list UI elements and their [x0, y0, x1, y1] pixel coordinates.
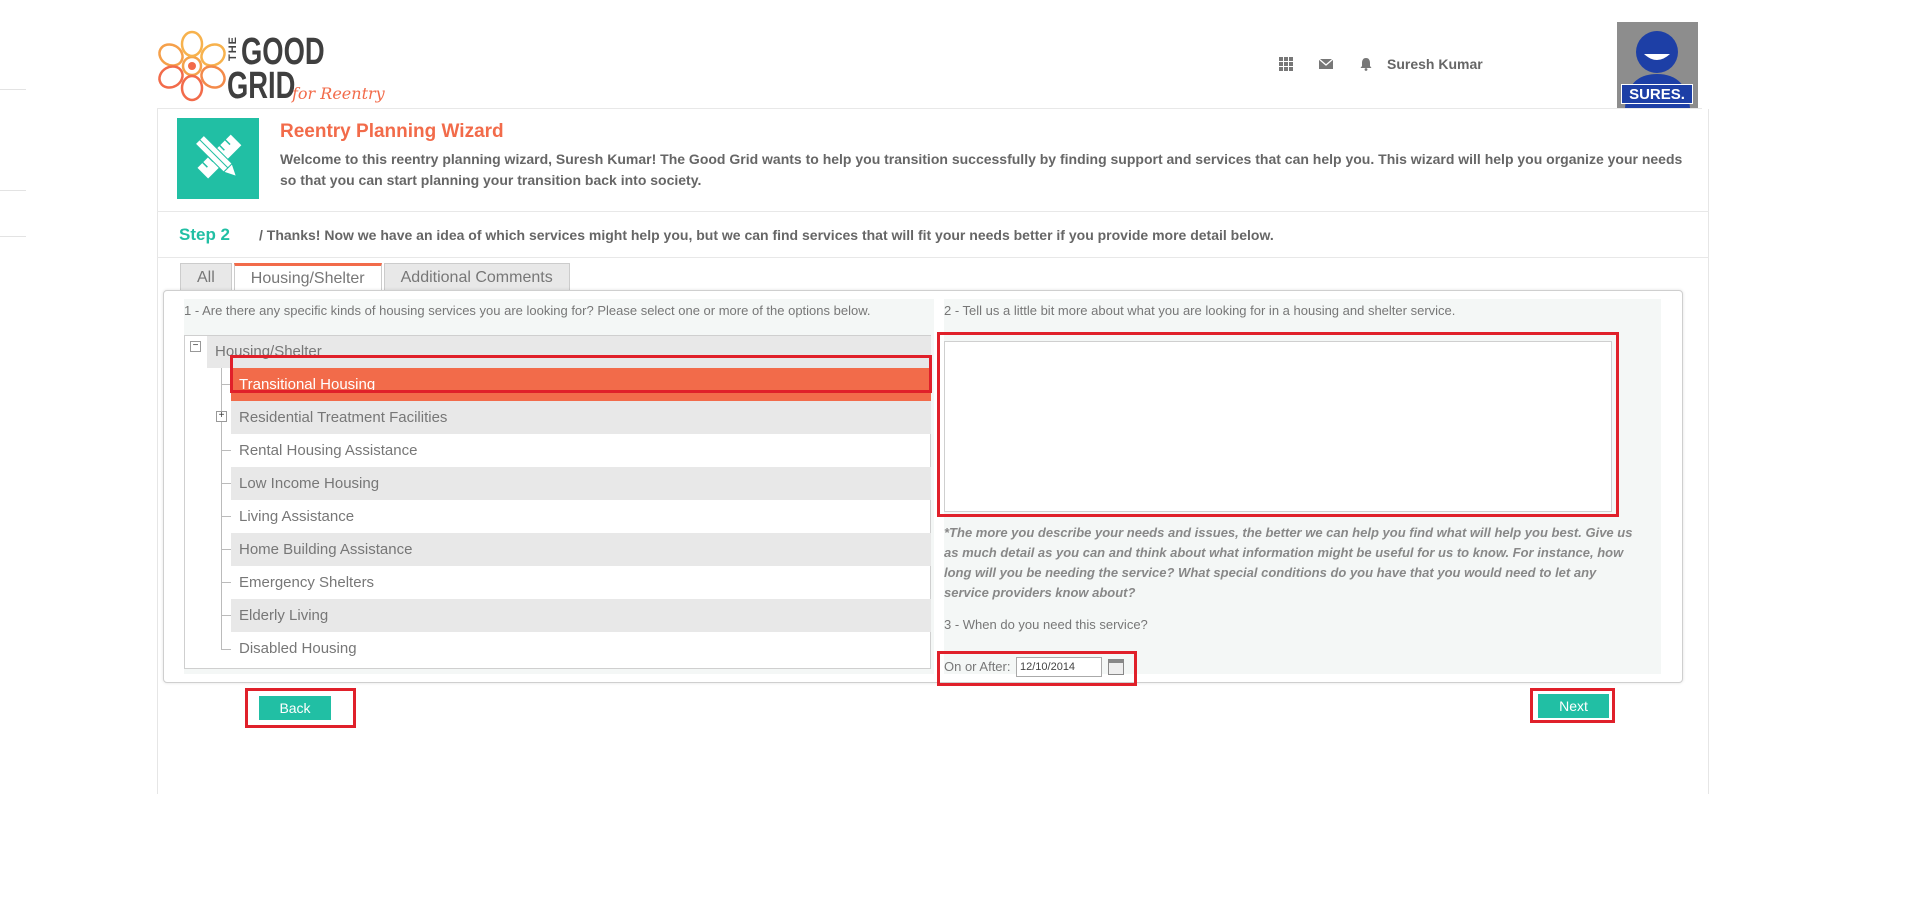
site-header: THE GOOD GRID for Reentry Suresh Kumar S…: [157, 22, 1702, 109]
category-tabs: All Housing/Shelter Additional Comments: [180, 263, 572, 291]
step-description: / Thanks! Now we have an idea of which s…: [259, 227, 1274, 243]
tab-all[interactable]: All: [180, 263, 232, 291]
tree-connector: [221, 549, 231, 550]
tree-connector: [221, 649, 231, 650]
apps-grid-icon[interactable]: [1279, 57, 1293, 71]
header-actions: Suresh Kumar: [1279, 54, 1483, 74]
question-2-label: 2 - Tell us a little bit more about what…: [944, 303, 1456, 318]
good-grid-logo[interactable]: THE GOOD GRID for Reentry: [157, 28, 387, 107]
avatar-label: SURES.: [1621, 84, 1693, 104]
step-bar: Step 2 / Thanks! Now we have an idea of …: [157, 213, 1709, 258]
tree-item-emergency-shelters[interactable]: Emergency Shelters: [231, 566, 931, 599]
collapse-toggle-icon[interactable]: −: [190, 341, 201, 352]
logo-tagline: for Reentry: [292, 84, 385, 103]
edge-divider: [0, 190, 26, 191]
details-hint: *The more you describe your needs and is…: [944, 525, 1633, 600]
tree-item-rental-housing-assistance[interactable]: Rental Housing Assistance: [231, 434, 931, 467]
avatar[interactable]: SURES.: [1617, 22, 1698, 108]
edge-divider: [0, 89, 26, 90]
logo-grid-text: GRID: [227, 65, 296, 107]
wizard-title: Reentry Planning Wizard: [280, 121, 504, 142]
question-3-label: 3 - When do you need this service?: [944, 617, 1148, 632]
wizard-intro: Reentry Planning Wizard Welcome to this …: [157, 109, 1709, 212]
wizard-panel: 1 - Are there any specific kinds of hous…: [163, 290, 1683, 686]
step-label: Step 2: [179, 225, 231, 244]
edge-divider: [0, 236, 26, 237]
back-button[interactable]: Back: [259, 696, 331, 720]
wizard-intro-text: Welcome to this reentry planning wizard,…: [280, 151, 1683, 188]
tab-additional-comments[interactable]: Additional Comments: [383, 263, 570, 291]
bell-icon[interactable]: [1359, 57, 1373, 71]
next-button[interactable]: Next: [1538, 694, 1609, 718]
tree-connector: [221, 450, 231, 451]
tree-item-living-assistance[interactable]: Living Assistance: [231, 500, 931, 533]
question-1-label: 1 - Are there any specific kinds of hous…: [184, 303, 871, 318]
tab-housing-shelter[interactable]: Housing/Shelter: [233, 263, 382, 291]
envelope-icon[interactable]: [1319, 57, 1333, 71]
expand-toggle-icon[interactable]: +: [216, 411, 227, 422]
service-date-input[interactable]: [1016, 657, 1102, 677]
tree-item-residential-treatment[interactable]: Residential Treatment Facilities: [231, 401, 931, 434]
selection-highlight: [230, 355, 932, 393]
tree-item-low-income-housing[interactable]: Low Income Housing: [231, 467, 931, 500]
tree-connector: [221, 483, 231, 484]
tree-connector: [221, 615, 231, 616]
tree-connector: [221, 582, 231, 583]
wizard-badge: [177, 118, 259, 199]
service-details-textarea[interactable]: [944, 341, 1612, 512]
tree-item-home-building-assistance[interactable]: Home Building Assistance: [231, 533, 931, 566]
tree-connector: [221, 516, 231, 517]
user-name[interactable]: Suresh Kumar: [1387, 56, 1483, 72]
date-label: On or After:: [944, 659, 1011, 674]
question-2-3-section: 2 - Tell us a little bit more about what…: [937, 299, 1661, 686]
tree-item-elderly-living[interactable]: Elderly Living: [231, 599, 931, 632]
tree-item-disabled-housing[interactable]: Disabled Housing: [231, 632, 931, 665]
calendar-icon[interactable]: [1108, 659, 1124, 675]
flower-logo-icon: [158, 30, 226, 102]
pencil-ruler-icon: [194, 133, 243, 180]
logo-the-text: THE: [227, 36, 239, 61]
